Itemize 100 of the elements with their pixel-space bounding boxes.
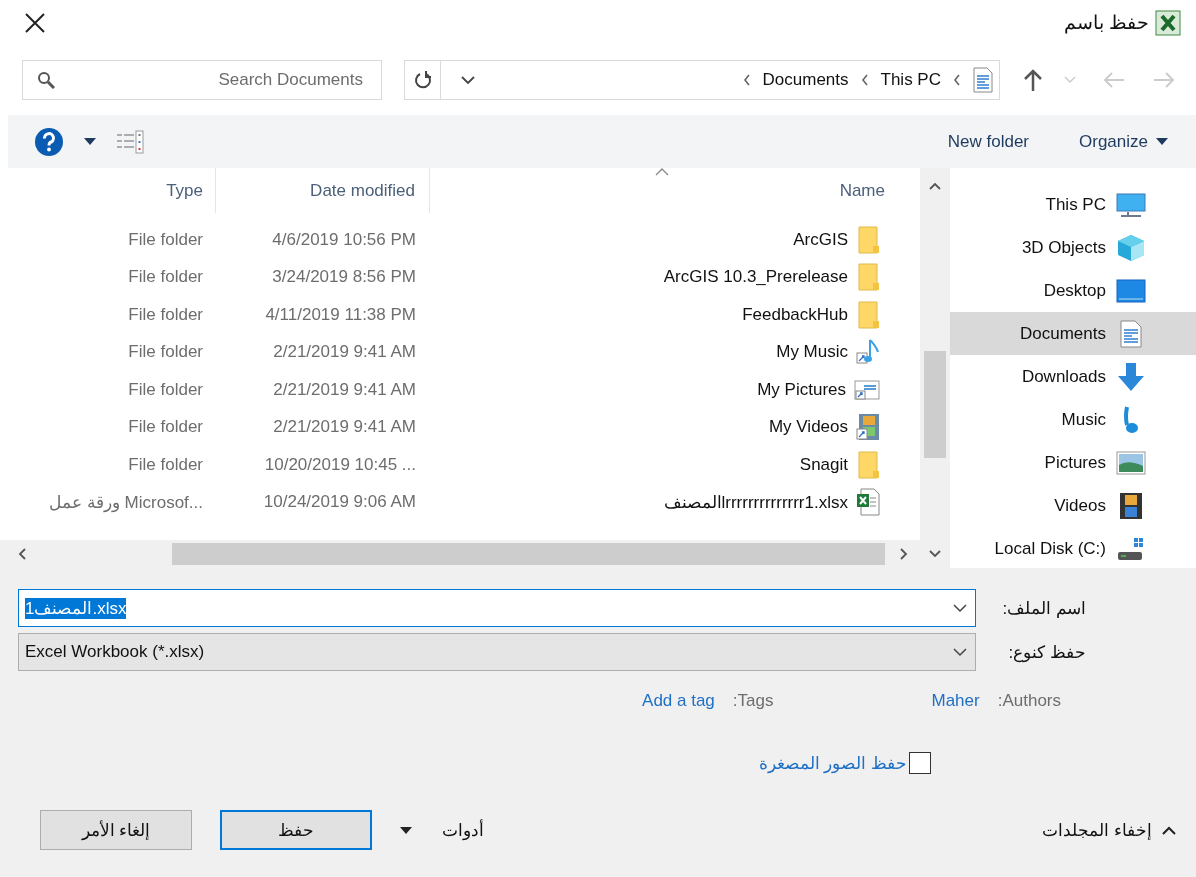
- desktop-icon: [1116, 278, 1146, 303]
- file-row[interactable]: File folder 2/21/2019 9:41 AM My Videos: [0, 408, 920, 446]
- type-cell-text: File folder: [127, 379, 204, 400]
- field-label: اسم الملف:: [1001, 597, 1086, 619]
- scroll-right-icon[interactable]: [900, 548, 908, 560]
- picture-shortcut-icon: [854, 377, 880, 402]
- date-cell-text: 2/21/2019 9:41 AM: [272, 342, 417, 363]
- nav-item[interactable]: Downloads: [950, 355, 1196, 398]
- cancel-button[interactable]: إلغاء الأمر: [40, 810, 192, 850]
- nav-item[interactable]: Local Disk (C:): [950, 527, 1196, 570]
- nav-item[interactable]: This PC: [950, 183, 1196, 226]
- file-name: FeedbackHub: [742, 304, 848, 325]
- column-header[interactable]: Name: [430, 168, 920, 213]
- dropdown-arrow-icon: [1156, 138, 1168, 145]
- field-label: حفظ كنوع:: [1007, 641, 1086, 663]
- type-cell-text: File folder: [127, 267, 204, 288]
- chevron-icon: [953, 74, 961, 86]
- search-icon: [37, 71, 55, 89]
- organize-button[interactable]: Organize: [1079, 131, 1168, 152]
- vertical-scrollbar[interactable]: [920, 168, 950, 568]
- music-note-icon: [856, 338, 880, 367]
- authors-link[interactable]: Maher: [931, 691, 980, 711]
- date-cell-text: 4/6/2019 10:56 PM: [271, 229, 417, 250]
- nav-item[interactable]: Music: [950, 398, 1196, 441]
- folder-icon: [856, 300, 880, 329]
- date-cell-text: 10/20/2019 10:45 ...: [263, 454, 417, 475]
- dropdown-icon: [953, 603, 967, 613]
- date-cell-text: 2/21/2019 9:41 AM: [272, 379, 417, 400]
- up-arrow-icon[interactable]: [1022, 68, 1044, 92]
- file-name-field[interactable]: المصنف1.xlsx: [18, 589, 976, 627]
- chevron-icon: [742, 74, 751, 86]
- type-cell-text: File folder: [127, 417, 204, 438]
- dropdown-icon: [953, 647, 967, 657]
- cube-icon: [1116, 233, 1146, 262]
- new-folder-button[interactable]: New folder: [947, 131, 1029, 152]
- file-name: ArcGIS 10.3_Prerelease: [663, 267, 848, 288]
- type-cell-text: File folder: [127, 454, 204, 475]
- file-name: My Pictures: [757, 379, 846, 400]
- scroll-thumb[interactable]: [924, 351, 946, 458]
- file-row[interactable]: File folder 4/11/2019 11:38 PM FeedbackHub: [0, 296, 920, 334]
- date-cell-text: 4/11/2019 11:38 PM: [264, 304, 417, 325]
- spreadsheet-file-icon: [856, 488, 880, 517]
- date-cell-text: 3/24/2019 8:56 PM: [271, 267, 417, 288]
- folder-icon: [856, 225, 880, 254]
- file-name: ArcGIS: [793, 229, 848, 250]
- save-button[interactable]: حفظ: [220, 810, 372, 850]
- nav-item[interactable]: Documents: [950, 312, 1196, 355]
- folder-icon: [856, 263, 880, 292]
- file-type-dropdown[interactable]: Excel Workbook (*.xlsx): [18, 633, 976, 671]
- file-name: المصنفlrrrrrrrrrrrrrr1.xlsx: [663, 491, 848, 513]
- scroll-down-icon[interactable]: [929, 550, 941, 558]
- scroll-up-icon[interactable]: [929, 182, 941, 190]
- window-title: حفظ باسم: [1063, 11, 1149, 34]
- add-tag-link[interactable]: Add a tag: [642, 691, 715, 711]
- video-shortcut-icon: [856, 413, 880, 442]
- hide-folders-button[interactable]: إخفاء المجلدات: [1042, 819, 1176, 841]
- caret-up-icon: [1162, 825, 1176, 835]
- nav-item[interactable]: Videos: [950, 484, 1196, 527]
- type-cell-text: File folder: [127, 342, 204, 363]
- chevron-icon: [860, 74, 869, 86]
- tags-label: Tags:: [732, 691, 774, 711]
- type-cell-text: File folder: [127, 304, 204, 325]
- file-name: My Videos: [768, 417, 848, 438]
- dropdown-arrow-icon[interactable]: [84, 138, 96, 145]
- search-field[interactable]: Search Documents: [22, 60, 382, 100]
- file-row[interactable]: File folder 2/21/2019 9:41 AM My Pictures: [0, 371, 920, 409]
- checkbox[interactable]: [909, 752, 931, 774]
- scroll-left-icon[interactable]: [18, 548, 26, 560]
- download-arrow-icon: [1116, 361, 1146, 392]
- dropdown-arrow-icon: [400, 826, 412, 834]
- folder-icon: [856, 450, 880, 479]
- refresh-icon: [413, 70, 432, 90]
- tools-dropdown[interactable]: أدوات: [400, 819, 484, 841]
- file-row[interactable]: File folder 3/24/2019 8:56 PM ArcGIS 10.3_Prerelease: [0, 258, 920, 296]
- file-name: Snagit: [799, 454, 848, 475]
- hard-drive-icon: [1116, 535, 1146, 562]
- horizontal-scrollbar[interactable]: [0, 540, 920, 568]
- help-button[interactable]: [34, 126, 64, 157]
- breadcrumb[interactable]: This PC: [880, 70, 941, 90]
- monitor-icon: [1116, 191, 1146, 218]
- nav-item[interactable]: 3D Objects: [950, 226, 1196, 269]
- file-row[interactable]: File folder 10/20/2019 10:45 ... Snagit: [0, 446, 920, 484]
- file-row[interactable]: File folder 2/21/2019 9:41 AM My Music: [0, 333, 920, 371]
- date-cell-text: 2/21/2019 9:41 AM: [272, 417, 417, 438]
- chevron-down-icon: [461, 75, 475, 85]
- scroll-thumb[interactable]: [172, 543, 885, 565]
- column-header[interactable]: Date modified: [215, 168, 430, 213]
- sort-caret-icon: [655, 168, 669, 176]
- type-cell-text: File folder: [127, 229, 204, 250]
- authors-label: Authors:: [997, 691, 1061, 711]
- nav-item[interactable]: Desktop: [950, 269, 1196, 312]
- checkbox-label[interactable]: حفظ الصور المصغرة: [758, 752, 907, 774]
- file-row[interactable]: File folder 4/6/2019 10:56 PM ArcGIS: [0, 221, 920, 259]
- close-button[interactable]: [24, 11, 46, 34]
- file-name: My Music: [776, 342, 848, 363]
- breadcrumb[interactable]: Documents: [762, 70, 849, 90]
- column-header[interactable]: Type: [0, 168, 215, 213]
- nav-item[interactable]: Pictures: [950, 441, 1196, 484]
- document-icon: [973, 67, 993, 93]
- address-bar[interactable]: Documents This PC: [404, 60, 1000, 100]
